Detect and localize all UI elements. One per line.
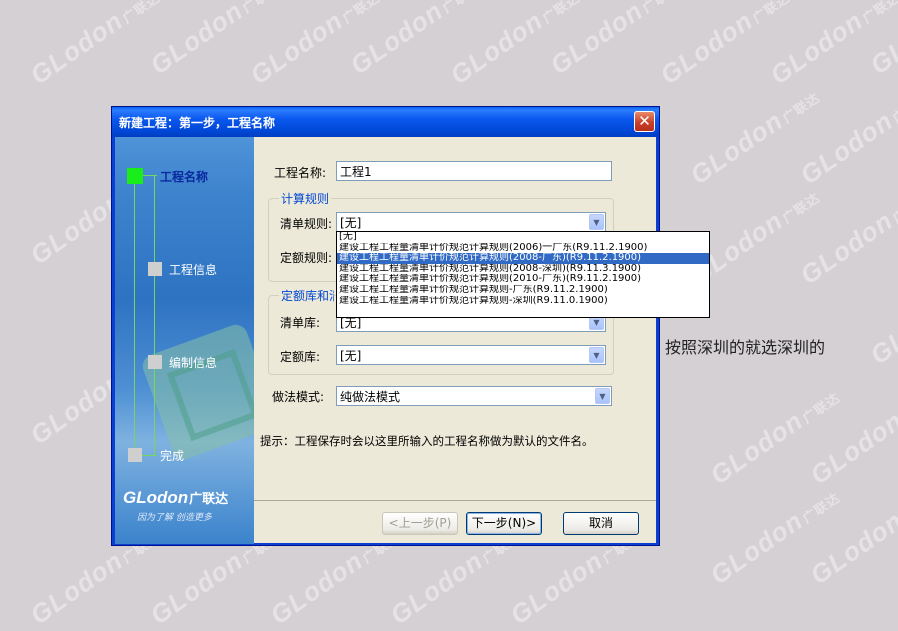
wizard-steps-panel: 工程名称 工程信息 编制信息 完成 GLodon广联达 因为了解 创造更多: [115, 137, 254, 544]
watermark: GLodon广联达: [244, 0, 383, 91]
mode-select[interactable]: 纯做法模式 ▼: [336, 386, 612, 406]
list-rule-select[interactable]: [无] ▼: [336, 212, 606, 232]
cancel-button[interactable]: 取消: [563, 512, 639, 535]
button-divider: [254, 500, 656, 501]
watermark: GLodon广联达: [144, 0, 283, 81]
chevron-down-icon[interactable]: ▼: [595, 388, 610, 404]
watermark: GLodon广联达: [794, 89, 898, 191]
watermark: GLodon广联达: [794, 189, 898, 291]
step-indicator-active: [127, 168, 143, 184]
dialog-title: 新建工程：第一步，工程名称: [119, 116, 276, 130]
watermark: GLodon广联达: [544, 0, 683, 81]
chevron-down-icon[interactable]: ▼: [589, 347, 604, 363]
logo-brand: GLodon: [123, 488, 189, 507]
chevron-down-icon[interactable]: ▼: [589, 214, 604, 230]
watermark: GLodon广联达: [654, 0, 793, 91]
logo-slogan: 因为了解 创造更多: [137, 513, 212, 523]
step-indicator: [148, 355, 162, 369]
title-bar[interactable]: 新建工程：第一步，工程名称 ✕: [112, 107, 659, 137]
watermark: GLodon广联达: [344, 0, 483, 81]
watermark: GLodon广联达: [444, 0, 583, 91]
step-label-compile-info: 编制信息: [169, 356, 218, 370]
hint-text: 提示：工程保存时会以这里所输入的工程名称做为默认的文件名。: [260, 434, 594, 448]
glodon-logo: GLodon广联达: [123, 488, 228, 508]
dropdown-option[interactable]: 建设工程工程量清单计价规范计算规则(2010-广东)(R9.11.2.1900): [337, 274, 709, 285]
project-name-input[interactable]: 工程1: [336, 161, 612, 181]
quota-lib-value: [无]: [340, 349, 362, 363]
mode-label: 做法模式:: [272, 390, 325, 404]
quota-lib-label: 定额库:: [280, 350, 321, 364]
dropdown-option[interactable]: 建设工程工程量清单计价规范计算规则(2006)一广东(R9.11.2.1900): [337, 243, 709, 254]
prev-button[interactable]: <上一步(P): [382, 512, 458, 535]
next-button[interactable]: 下一步(N)>: [466, 512, 542, 535]
watermark: GLodon广联达: [864, 0, 898, 81]
project-name-label: 工程名称:: [274, 166, 327, 180]
step-indicator: [148, 262, 162, 276]
dropdown-option-selected[interactable]: 建设工程工程量清单计价规范计算规则(2008-广东)(R9.11.2.1900): [337, 253, 709, 264]
dropdown-option[interactable]: 建设工程工程量清单计价规范计算规则(2008-深圳)(R9.11.3.1900): [337, 264, 709, 275]
close-button[interactable]: ✕: [634, 111, 655, 132]
step-connector-line: [134, 175, 135, 455]
dialog-body: 工程名称 工程信息 编制信息 完成 GLodon广联达 因为了解 创造更多 工程…: [115, 137, 656, 544]
step-connector-line: [154, 175, 155, 455]
new-project-dialog: 新建工程：第一步，工程名称 ✕ 工程名称 工程信息 编制信息 完成 GLodon…: [111, 106, 660, 546]
step-label-project-name: 工程名称: [160, 170, 209, 184]
watermark: GLodon广联达: [704, 489, 843, 591]
dropdown-option[interactable]: 建设工程工程量清单计价规范计算规则-广东(R9.11.2.1900): [337, 285, 709, 296]
watermark: GLodon广联达: [804, 405, 898, 491]
calc-rules-group-title: 计算规则: [279, 190, 332, 207]
watermark: GLodon广联达: [24, 0, 163, 91]
mode-value: 纯做法模式: [340, 390, 401, 404]
list-rule-label: 清单规则:: [280, 217, 333, 231]
list-lib-label: 清单库:: [280, 316, 321, 330]
libs-group-title: 定额库和清单库: [279, 287, 334, 304]
list-rule-dropdown[interactable]: [无] 建设工程工程量清单计价规范计算规则(2006)一广东(R9.11.2.1…: [336, 231, 710, 318]
quota-lib-select[interactable]: [无] ▼: [336, 345, 606, 365]
list-lib-value: [无]: [340, 316, 362, 330]
logo-cn: 广联达: [189, 491, 229, 506]
watermark: GLodon广联达: [864, 285, 898, 371]
dropdown-option[interactable]: [无]: [337, 232, 709, 243]
watermark: GLodon广联达: [804, 505, 898, 591]
step-label-finish: 完成: [160, 449, 185, 463]
watermark: GLodon广联达: [684, 89, 823, 191]
quota-rule-label: 定额规则:: [280, 251, 333, 265]
annotation-note: 按照深圳的就选深圳的: [665, 338, 826, 357]
dropdown-option[interactable]: 建设工程工程量清单计价规范计算规则-深圳(R9.11.0.1900): [337, 296, 709, 307]
watermark: GLodon广联达: [704, 389, 843, 491]
step-label-project-info: 工程信息: [169, 263, 218, 277]
list-rule-value: [无]: [340, 216, 362, 230]
step-indicator: [128, 448, 142, 462]
watermark: GLodon广联达: [764, 0, 898, 91]
project-name-value: 工程1: [340, 165, 372, 179]
